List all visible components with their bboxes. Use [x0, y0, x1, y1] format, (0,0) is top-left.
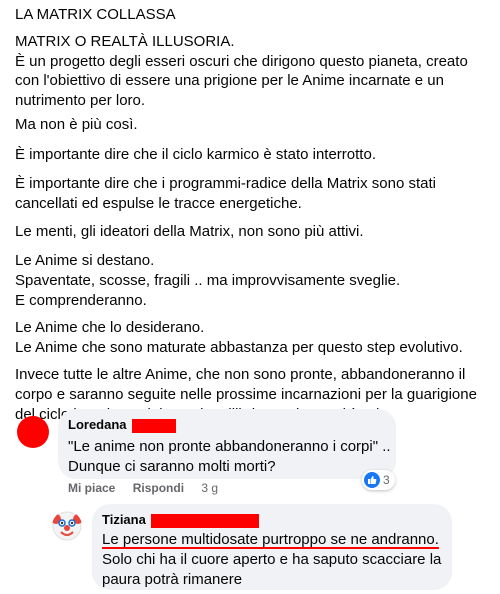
post-line: Spaventate, scosse, fragili .. ma improv… — [15, 272, 401, 289]
comment-text: Dunque ci saranno molti morti? — [68, 458, 276, 475]
comment-timestamp[interactable]: 3 g — [201, 481, 218, 495]
comment-text: Le persone multidosate purtroppo se ne a… — [102, 531, 439, 548]
comment-actions: Mi piace Rispondi 3 g — [68, 481, 232, 495]
comment-author[interactable]: Loredana — [68, 417, 127, 432]
reaction-count[interactable]: 3 — [362, 470, 395, 490]
avatar[interactable] — [17, 416, 49, 448]
comment-bubble: Loredana "Le anime non pronte abbandoner… — [58, 409, 396, 479]
comment-bubble: Tiziana Le persone multidosate purtroppo… — [92, 504, 452, 590]
comment-text: paura potrà rimanere — [102, 571, 243, 588]
post-line: È un progetto degli esseri oscuri che di… — [15, 52, 468, 70]
post-line: Le Anime che sono maturate abbastanza pe… — [15, 339, 463, 356]
reply-button[interactable]: Rispondi — [133, 481, 184, 495]
like-button[interactable]: Mi piace — [68, 481, 115, 495]
avatar[interactable] — [52, 511, 82, 541]
post-line: Le Anime si destano. — [15, 252, 155, 269]
comment-text: Solo chi ha il cuore aperto e ha saputo … — [102, 551, 442, 568]
clown-face-icon — [52, 511, 82, 541]
comment-author[interactable]: Tiziana — [102, 512, 146, 527]
post-line: corpo e saranno seguite nelle prossime i… — [15, 386, 477, 403]
post-line: MATRIX O REALTÀ ILLUSORIA. — [15, 33, 235, 50]
thumbs-up-icon — [364, 472, 380, 488]
post-line: con l'obiettivo di essere una prigione p… — [15, 72, 444, 89]
post-line: cancellati ed espulse le tracce energeti… — [15, 195, 302, 212]
post-line: È importante dire che il ciclo karmico è… — [15, 146, 376, 163]
post-line: Invece tutte le altre Anime, che non son… — [15, 366, 466, 383]
post-line: nutrimento per loro. — [15, 91, 146, 109]
post-title: LA MATRIX COLLASSA — [15, 6, 176, 23]
post-line: Le Anime che lo desiderano. — [15, 319, 205, 336]
post-line: E comprenderanno. — [15, 292, 147, 309]
post-line: Le menti, gli ideatori della Matrix, non… — [15, 223, 364, 240]
reaction-count-value: 3 — [383, 473, 390, 487]
post-line: È importante dire che i programmi-radice… — [15, 175, 437, 192]
redaction-block — [132, 418, 177, 433]
comment-text: "Le anime non pronte abbandoneranno i co… — [68, 438, 391, 455]
redaction-block — [151, 513, 260, 528]
post-line: Ma non è più così. — [15, 116, 138, 133]
